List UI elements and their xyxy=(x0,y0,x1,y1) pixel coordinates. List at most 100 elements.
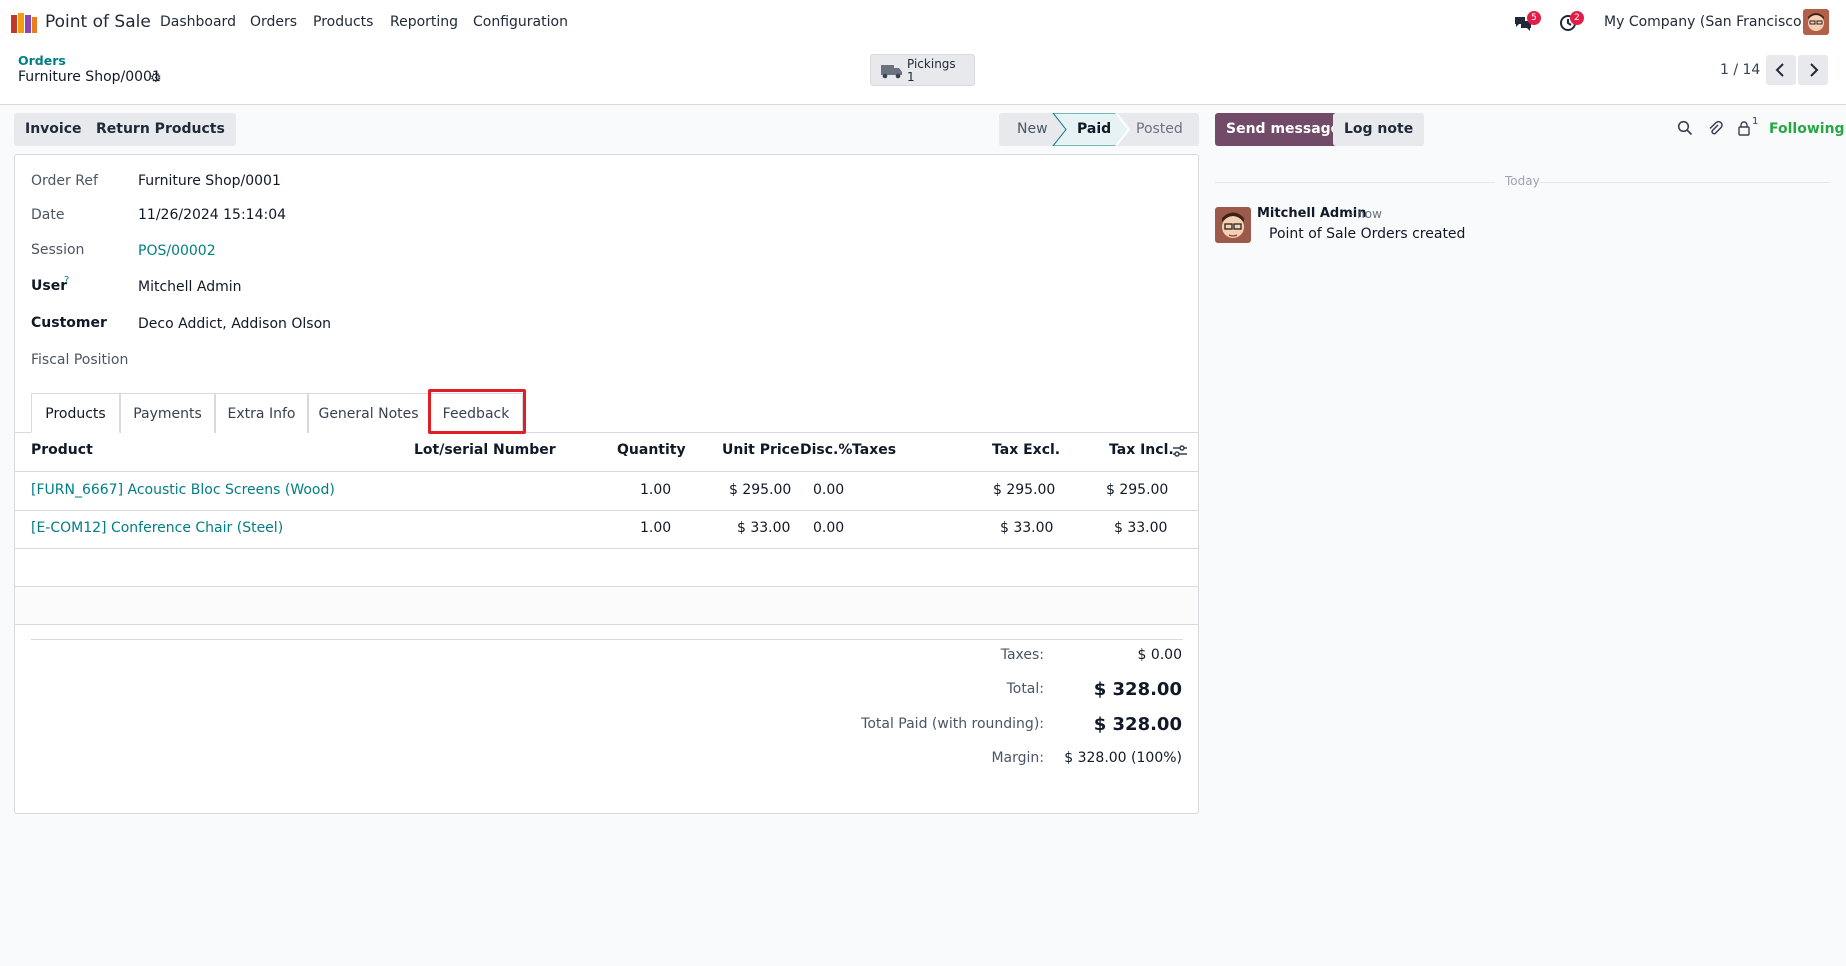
message-author-avatar[interactable] xyxy=(1215,207,1251,243)
col-product[interactable]: Product xyxy=(31,442,93,458)
statusbar: New Paid Posted xyxy=(999,113,1199,146)
total-paid-label: Total Paid (with rounding): xyxy=(861,716,1044,732)
row-incl: $ 295.00 xyxy=(1106,482,1169,498)
pager-value[interactable]: 1 / 14 xyxy=(1720,62,1760,78)
date-separator-line xyxy=(1540,182,1830,183)
row-price: $ 33.00 xyxy=(737,520,791,536)
table-row[interactable]: [E-COM12] Conference Chair (Steel) 1.00 … xyxy=(15,511,1198,549)
col-taxes[interactable]: Taxes xyxy=(852,442,896,458)
tab-payments[interactable]: Payments xyxy=(120,393,215,433)
col-tax-excl[interactable]: Tax Excl. xyxy=(992,442,1060,458)
menu-reporting[interactable]: Reporting xyxy=(390,14,458,30)
tab-extra-info-label: Extra Info xyxy=(227,406,296,422)
row-excl: $ 33.00 xyxy=(1000,520,1054,536)
tab-general-notes[interactable]: General Notes xyxy=(308,393,429,433)
margin-value: $ 328.00 (100%) xyxy=(1064,750,1182,766)
user-avatar[interactable] xyxy=(1803,9,1829,35)
chevron-right-icon xyxy=(1810,63,1819,77)
date-separator-line xyxy=(1215,182,1495,183)
search-icon[interactable] xyxy=(1677,120,1693,136)
user-label: User xyxy=(31,278,68,294)
pager-next-button[interactable] xyxy=(1798,55,1828,85)
user-help-tooltip[interactable]: ? xyxy=(64,275,69,286)
messages-badge: 5 xyxy=(1527,11,1541,25)
return-products-button[interactable]: Return Products xyxy=(85,113,236,146)
table-row[interactable]: [FURN_6667] Acoustic Bloc Screens (Wood)… xyxy=(15,472,1198,510)
chevron-left-icon xyxy=(1775,63,1784,77)
order-ref-value[interactable]: Furniture Shop/0001 xyxy=(138,173,281,189)
following-button[interactable]: Following xyxy=(1769,121,1845,137)
taxes-value: $ 0.00 xyxy=(1137,647,1182,663)
date-separator: Today xyxy=(1505,174,1540,188)
pager-previous-button[interactable] xyxy=(1766,55,1796,85)
order-ref-label: Order Ref xyxy=(31,173,98,189)
message-body: Point of Sale Orders created xyxy=(1269,226,1466,242)
send-message-button[interactable]: Send message xyxy=(1215,113,1352,146)
optional-columns-icon[interactable] xyxy=(1172,444,1188,458)
col-quantity[interactable]: Quantity xyxy=(617,442,686,458)
row-price: $ 295.00 xyxy=(729,482,792,498)
tab-payments-label: Payments xyxy=(133,406,202,422)
invoice-button[interactable]: Invoice xyxy=(14,113,93,146)
row-incl: $ 33.00 xyxy=(1114,520,1168,536)
tab-extra-info[interactable]: Extra Info xyxy=(215,393,308,433)
taxes-label: Taxes: xyxy=(1000,647,1044,663)
row-divider xyxy=(15,624,1198,625)
message-time: - now xyxy=(1349,207,1382,221)
status-new[interactable]: New xyxy=(1017,113,1048,146)
empty-row xyxy=(15,549,1198,587)
row-qty: 1.00 xyxy=(640,520,672,536)
activities-badge: 2 xyxy=(1570,11,1584,25)
tab-products-label: Products xyxy=(45,406,106,422)
breadcrumb-orders[interactable]: Orders xyxy=(18,53,66,68)
session-label: Session xyxy=(31,242,85,258)
totals-divider xyxy=(31,639,1183,640)
fiscal-position-label: Fiscal Position xyxy=(31,352,129,368)
row-disc: 0.00 xyxy=(813,520,845,536)
pos-app-icon[interactable] xyxy=(11,13,37,33)
menu-products[interactable]: Products xyxy=(313,14,373,30)
log-note-button[interactable]: Log note xyxy=(1333,113,1425,146)
margin-label: Margin: xyxy=(991,750,1044,766)
col-unit-price[interactable]: Unit Price xyxy=(722,442,799,458)
company-switcher[interactable]: My Company (San Francisco) xyxy=(1604,14,1807,30)
breadcrumb-current: Furniture Shop/0001 xyxy=(18,69,161,85)
customer-value[interactable]: Deco Addict, Addison Olson xyxy=(138,316,331,332)
feedback-highlight-box xyxy=(428,389,526,434)
total-value: $ 328.00 xyxy=(1093,679,1182,700)
pickings-count: 1 xyxy=(907,70,915,84)
gear-icon[interactable]: ⚙ xyxy=(150,71,162,86)
control-panel: Orders Furniture Shop/0001 ⚙ Pickings 1 … xyxy=(0,46,1846,105)
total-paid-value: $ 328.00 xyxy=(1093,714,1182,735)
tab-general-notes-label: General Notes xyxy=(318,406,419,422)
total-label: Total: xyxy=(1006,681,1044,697)
menu-configuration[interactable]: Configuration xyxy=(473,14,568,30)
col-discount[interactable]: Disc.% xyxy=(800,442,852,458)
tab-products[interactable]: Products xyxy=(31,393,120,433)
followers-lock-icon[interactable] xyxy=(1737,120,1751,136)
row-excl: $ 295.00 xyxy=(993,482,1056,498)
menu-dashboard[interactable]: Dashboard xyxy=(160,14,236,30)
date-value[interactable]: 11/26/2024 15:14:04 xyxy=(138,207,286,223)
status-paid[interactable]: Paid xyxy=(1077,113,1111,146)
app-name[interactable]: Point of Sale xyxy=(45,12,151,32)
followers-count: 1 xyxy=(1752,116,1759,127)
col-lot-serial[interactable]: Lot/serial Number xyxy=(414,442,556,458)
row-qty: 1.00 xyxy=(640,482,672,498)
row-disc: 0.00 xyxy=(813,482,845,498)
session-link[interactable]: POS/00002 xyxy=(138,243,216,259)
status-posted[interactable]: Posted xyxy=(1136,113,1183,146)
form-sheet: Order Ref Furniture Shop/0001 Date 11/26… xyxy=(14,154,1199,814)
pickings-smart-button[interactable]: Pickings 1 xyxy=(870,54,975,86)
empty-row xyxy=(15,587,1198,625)
row-product[interactable]: [E-COM12] Conference Chair (Steel) xyxy=(31,520,283,536)
menu-orders[interactable]: Orders xyxy=(250,14,297,30)
col-tax-incl[interactable]: Tax Incl. xyxy=(1109,442,1174,458)
top-navbar: Point of Sale Dashboard Orders Products … xyxy=(0,0,1846,46)
date-label: Date xyxy=(31,207,65,223)
truck-icon xyxy=(881,63,903,79)
user-value[interactable]: Mitchell Admin xyxy=(138,279,242,295)
customer-label: Customer xyxy=(31,315,107,331)
paperclip-icon[interactable] xyxy=(1707,120,1723,136)
row-product[interactable]: [FURN_6667] Acoustic Bloc Screens (Wood) xyxy=(31,482,335,498)
